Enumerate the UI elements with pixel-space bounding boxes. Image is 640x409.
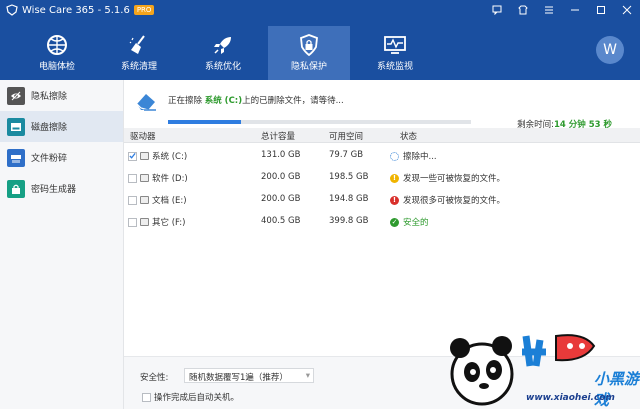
warning-icon: ! [390, 173, 399, 183]
table-row[interactable]: 软件 (D:) 200.0 GB 198.5 GB ! 发现一些可被恢复的文件。 [124, 167, 640, 189]
broom-icon [129, 35, 145, 54]
main-nav: 电脑体检 系统清理 系统优化 隐私保护 系统监视 W [0, 20, 640, 80]
title-bar: Wise Care 365 - 5.1.6 PRO [0, 0, 640, 20]
security-value: 随机数据覆写1遍（推荐） [189, 373, 288, 383]
drive-free: 79.7 GB [329, 150, 364, 160]
nav-checkup[interactable]: 电脑体检 [16, 26, 98, 76]
auto-shutdown-option[interactable]: 操作完成后自动关机。 [142, 391, 239, 403]
pro-badge: PRO [133, 5, 155, 15]
drive-icon [140, 196, 149, 204]
eye-icon [7, 86, 25, 105]
drive-checkbox[interactable] [128, 173, 137, 183]
drive-name: 系统 (C:) [152, 152, 188, 162]
drive-free: 198.5 GB [329, 172, 369, 182]
nav-label: 系统监视 [376, 62, 413, 72]
app-logo-icon [6, 4, 18, 16]
nav-optimize[interactable]: 系统优化 [182, 26, 264, 76]
key-icon [7, 179, 25, 198]
theme-icon[interactable] [510, 0, 536, 20]
erase-progress-fill [168, 120, 241, 124]
nav-monitor[interactable]: 系统监视 [354, 26, 436, 76]
message-icon[interactable] [484, 0, 510, 20]
sidebar: 隐私擦除 磁盘擦除 文件粉碎 密码生成器 [0, 80, 124, 409]
drive-checkbox[interactable] [128, 195, 137, 205]
drive-icon [140, 152, 149, 160]
menu-icon[interactable] [536, 0, 562, 20]
nav-label: 电脑体检 [38, 62, 75, 72]
column-header-status[interactable]: 状态 [400, 130, 417, 142]
nav-label: 系统清理 [120, 62, 157, 72]
drive-status: 擦除中... [403, 152, 437, 162]
sidebar-item-password-generator[interactable]: 密码生成器 [0, 173, 123, 204]
status-drive: 系统 (C:) [204, 96, 243, 106]
table-row[interactable]: 其它 (F:) 400.5 GB 399.8 GB ✓ 安全的 [124, 211, 640, 233]
column-header-drive[interactable]: 驱动器 [130, 130, 156, 142]
error-icon: ! [390, 195, 399, 205]
maximize-button[interactable] [588, 0, 614, 20]
drive-status: 发现一些可被恢复的文件。 [403, 174, 506, 184]
sidebar-item-file-shredder[interactable]: 文件粉碎 [0, 142, 123, 173]
ok-icon: ✓ [390, 217, 399, 227]
avatar[interactable]: W [596, 36, 624, 64]
table-row[interactable]: 系统 (C:) 131.0 GB 79.7 GB 擦除中... [124, 145, 640, 167]
sidebar-item-label: 文件粉碎 [31, 154, 68, 164]
drive-checkbox[interactable] [128, 151, 137, 161]
sidebar-item-privacy-erase[interactable]: 隐私擦除 [0, 80, 123, 111]
status-prefix: 正在擦除 [168, 96, 203, 106]
drive-status: 发现很多可被恢复的文件。 [403, 196, 506, 206]
drive-free: 399.8 GB [329, 216, 369, 226]
status-text: 正在擦除 系统 (C:)上的已删除文件，请等待... [168, 94, 344, 106]
nav-privacy[interactable]: 隐私保护 [268, 26, 350, 80]
sidebar-item-label: 磁盘擦除 [31, 123, 68, 133]
drive-icon [140, 218, 149, 226]
shredder-icon [7, 148, 25, 167]
eraser-icon [136, 94, 156, 111]
auto-shutdown-checkbox[interactable] [142, 392, 151, 402]
drive-icon [140, 174, 149, 182]
drive-total: 200.0 GB [261, 194, 301, 204]
drive-name: 文档 (E:) [152, 196, 187, 206]
chevron-down-icon: ▾ [305, 371, 310, 381]
watermark: 小黑游戏 www.xiaohei.com [444, 326, 640, 409]
nav-label: 隐私保护 [290, 62, 327, 72]
column-header-free[interactable]: 可用空间 [329, 130, 363, 142]
sidebar-item-disk-erase[interactable]: 磁盘擦除 [0, 111, 123, 142]
globe-icon [47, 35, 67, 55]
drive-status: 安全的 [403, 218, 429, 228]
security-select[interactable]: 随机数据覆写1遍（推荐） ▾ [184, 368, 314, 383]
monitor-icon [384, 36, 406, 54]
erase-status: 正在擦除 系统 (C:)上的已删除文件，请等待... 剩余时间:14 分钟 53… [124, 80, 640, 130]
drive-total: 131.0 GB [261, 150, 301, 160]
rocket-icon [214, 37, 231, 54]
sidebar-item-label: 隐私擦除 [31, 92, 68, 102]
status-suffix: 上的已删除文件，请等待... [242, 96, 344, 106]
drive-free: 194.8 GB [329, 194, 369, 204]
shield-lock-icon [300, 34, 318, 56]
drive-name: 其它 (F:) [152, 218, 186, 228]
drive-total: 400.5 GB [261, 216, 301, 226]
watermark-url: www.xiaohei.com [526, 393, 615, 403]
disk-icon [7, 117, 25, 136]
app-title: Wise Care 365 - 5.1.6 [22, 4, 130, 16]
minimize-button[interactable] [562, 0, 588, 20]
nav-label: 系统优化 [204, 62, 241, 72]
drive-total: 200.0 GB [261, 172, 301, 182]
drive-checkbox[interactable] [128, 217, 137, 227]
erase-progress-bar [168, 120, 471, 124]
nav-cleanup[interactable]: 系统清理 [98, 26, 180, 76]
close-button[interactable] [614, 0, 640, 20]
table-row[interactable]: 文档 (E:) 200.0 GB 194.8 GB ! 发现很多可被恢复的文件。 [124, 189, 640, 211]
drive-name: 软件 (D:) [152, 174, 188, 184]
column-header-total[interactable]: 总计容量 [261, 130, 295, 142]
sidebar-item-label: 密码生成器 [31, 185, 77, 195]
table-header: 驱动器 总计容量 可用空间 状态 [124, 128, 640, 143]
check-icon [129, 152, 136, 159]
auto-shutdown-label: 操作完成后自动关机。 [154, 393, 240, 403]
spinner-icon [390, 151, 399, 161]
security-label: 安全性: [140, 373, 169, 383]
